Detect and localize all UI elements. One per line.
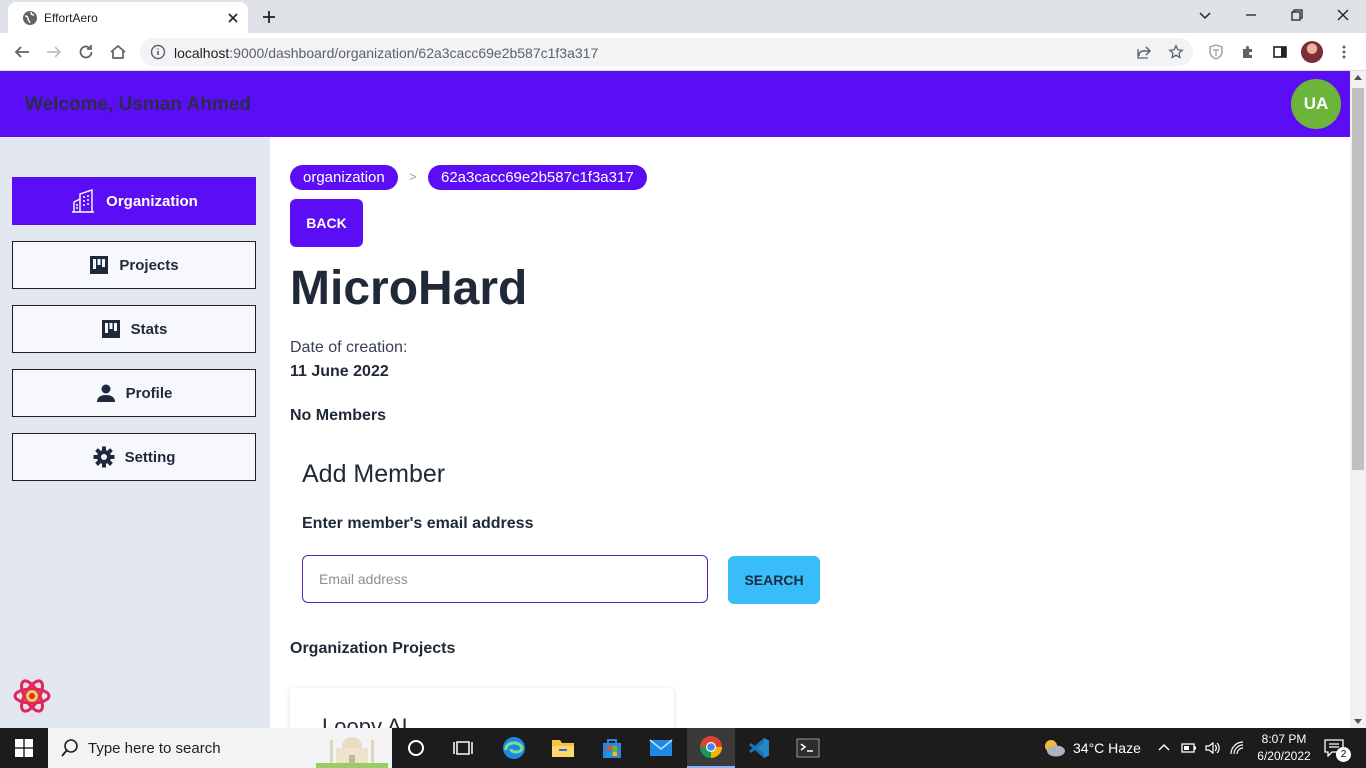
sidebar-item-stats[interactable]: Stats	[12, 305, 256, 353]
members-status: No Members	[290, 407, 387, 424]
url-path: :9000/dashboard/organization/62a3cacc69e…	[229, 45, 599, 61]
page-scrollbar[interactable]	[1350, 71, 1366, 728]
sidebar-item-label: Projects	[119, 256, 179, 274]
taskbar-clock[interactable]: 8:07 PM 6/20/2022	[1254, 731, 1314, 765]
user-avatar[interactable]: UA	[1291, 79, 1341, 129]
vscode-icon[interactable]	[739, 728, 779, 768]
person-icon	[96, 383, 116, 403]
new-tab-icon[interactable]	[261, 9, 277, 25]
browser-toolbar: localhost:9000/dashboard/organization/62…	[0, 33, 1366, 71]
tab-search-chevron-icon[interactable]	[1197, 7, 1213, 23]
browser-tab[interactable]: EffortAero	[8, 2, 248, 33]
breadcrumb-separator-icon: >	[409, 169, 417, 184]
email-field-label: Enter member's email address	[302, 515, 534, 532]
weather-cloud-icon[interactable]	[1040, 728, 1068, 768]
sidebar-item-projects[interactable]: Projects	[12, 241, 256, 289]
creation-date-value: 11 June 2022	[290, 363, 389, 380]
page-title: MicroHard	[290, 262, 528, 315]
file-explorer-icon[interactable]	[543, 728, 583, 768]
bookmark-star-icon[interactable]	[1168, 44, 1184, 60]
sidebar-item-label: Stats	[130, 320, 168, 338]
react-devtools-icon[interactable]	[12, 676, 52, 716]
battery-icon[interactable]	[1180, 728, 1198, 768]
browser-profile-avatar[interactable]	[1301, 41, 1323, 63]
search-icon	[60, 738, 80, 758]
gear-icon	[93, 446, 115, 468]
main-content: organization > 62a3cacc69e2b587c1f3a317 …	[270, 137, 1350, 728]
volume-icon[interactable]	[1204, 728, 1222, 768]
store-icon[interactable]	[592, 728, 632, 768]
sidebar-item-organization[interactable]: Organization	[12, 177, 256, 225]
home-icon[interactable]	[109, 43, 127, 61]
url-text: localhost:9000/dashboard/organization/62…	[174, 45, 598, 61]
back-button[interactable]: BACK	[290, 199, 363, 247]
taskbar-search-text: Type here to search	[88, 740, 221, 757]
address-bar[interactable]: localhost:9000/dashboard/organization/62…	[140, 38, 1193, 66]
sidebar: Organization Projects Stats Profile Sett…	[0, 137, 270, 728]
chrome-taskbar-icon[interactable]	[687, 728, 735, 768]
sidebar-item-label: Setting	[124, 448, 176, 466]
clock-time: 8:07 PM	[1261, 732, 1307, 746]
share-icon[interactable]	[1136, 44, 1152, 60]
email-field[interactable]	[302, 555, 708, 603]
project-card[interactable]: Loopy AI	[290, 688, 674, 728]
extensions-puzzle-icon[interactable]	[1240, 44, 1256, 60]
site-info-icon[interactable]	[150, 44, 166, 60]
scroll-down-icon[interactable]	[1354, 719, 1362, 724]
board-icon	[89, 255, 109, 275]
side-panel-icon[interactable]	[1272, 44, 1288, 60]
add-member-heading: Add Member	[302, 460, 446, 488]
building-icon	[70, 188, 96, 214]
taskbar-search[interactable]: Type here to search	[48, 728, 392, 768]
globe-icon	[22, 10, 38, 26]
projects-heading: Organization Projects	[290, 640, 456, 657]
url-host: localhost	[174, 45, 230, 61]
breadcrumb-organization[interactable]: organization	[290, 165, 398, 190]
chevron-up-icon[interactable]	[1156, 728, 1172, 768]
creation-date-label: Date of creation:	[290, 339, 408, 356]
mail-icon[interactable]	[641, 728, 681, 768]
search-button[interactable]: SEARCH	[728, 556, 820, 604]
back-arrow-icon[interactable]	[13, 43, 31, 61]
board-icon	[101, 319, 121, 339]
notification-count-badge: 2	[1336, 747, 1351, 762]
kebab-menu-icon[interactable]	[1336, 44, 1352, 60]
landmark-illustration-icon	[316, 730, 388, 768]
task-view-icon[interactable]	[443, 728, 483, 768]
close-tab-icon[interactable]	[225, 10, 241, 26]
restore-icon[interactable]	[1289, 7, 1305, 23]
terminal-icon[interactable]	[788, 728, 828, 768]
browser-tabstrip: EffortAero	[0, 0, 1366, 33]
app-header: Welcome, Usman Ahmed UA	[0, 71, 1350, 137]
forward-arrow-icon[interactable]	[45, 43, 63, 61]
clock-date: 6/20/2022	[1257, 749, 1311, 763]
breadcrumb-org-id[interactable]: 62a3cacc69e2b587c1f3a317	[428, 165, 647, 190]
close-window-icon[interactable]	[1335, 7, 1351, 23]
sidebar-item-profile[interactable]: Profile	[12, 369, 256, 417]
tab-title: EffortAero	[44, 11, 98, 25]
sidebar-item-setting[interactable]: Setting	[12, 433, 256, 481]
wifi-icon[interactable]	[1228, 728, 1246, 768]
welcome-text: Welcome, Usman Ahmed	[25, 94, 251, 115]
shield-extension-icon[interactable]	[1208, 44, 1224, 60]
scrollbar-thumb[interactable]	[1352, 88, 1364, 470]
scroll-up-icon[interactable]	[1354, 75, 1362, 80]
sidebar-item-label: Profile	[125, 384, 173, 402]
reload-icon[interactable]	[77, 43, 95, 61]
minimize-icon[interactable]	[1243, 7, 1259, 23]
taskbar: Type here to search 34°C Haze 8:07 PM 6/…	[0, 728, 1366, 768]
cortana-icon[interactable]	[396, 728, 436, 768]
project-name: Loopy AI	[322, 714, 408, 728]
sidebar-item-label: Organization	[106, 192, 198, 210]
edge-browser-icon[interactable]	[494, 728, 534, 768]
weather-text[interactable]: 34°C Haze	[1073, 740, 1141, 756]
windows-start-icon[interactable]	[0, 728, 48, 768]
